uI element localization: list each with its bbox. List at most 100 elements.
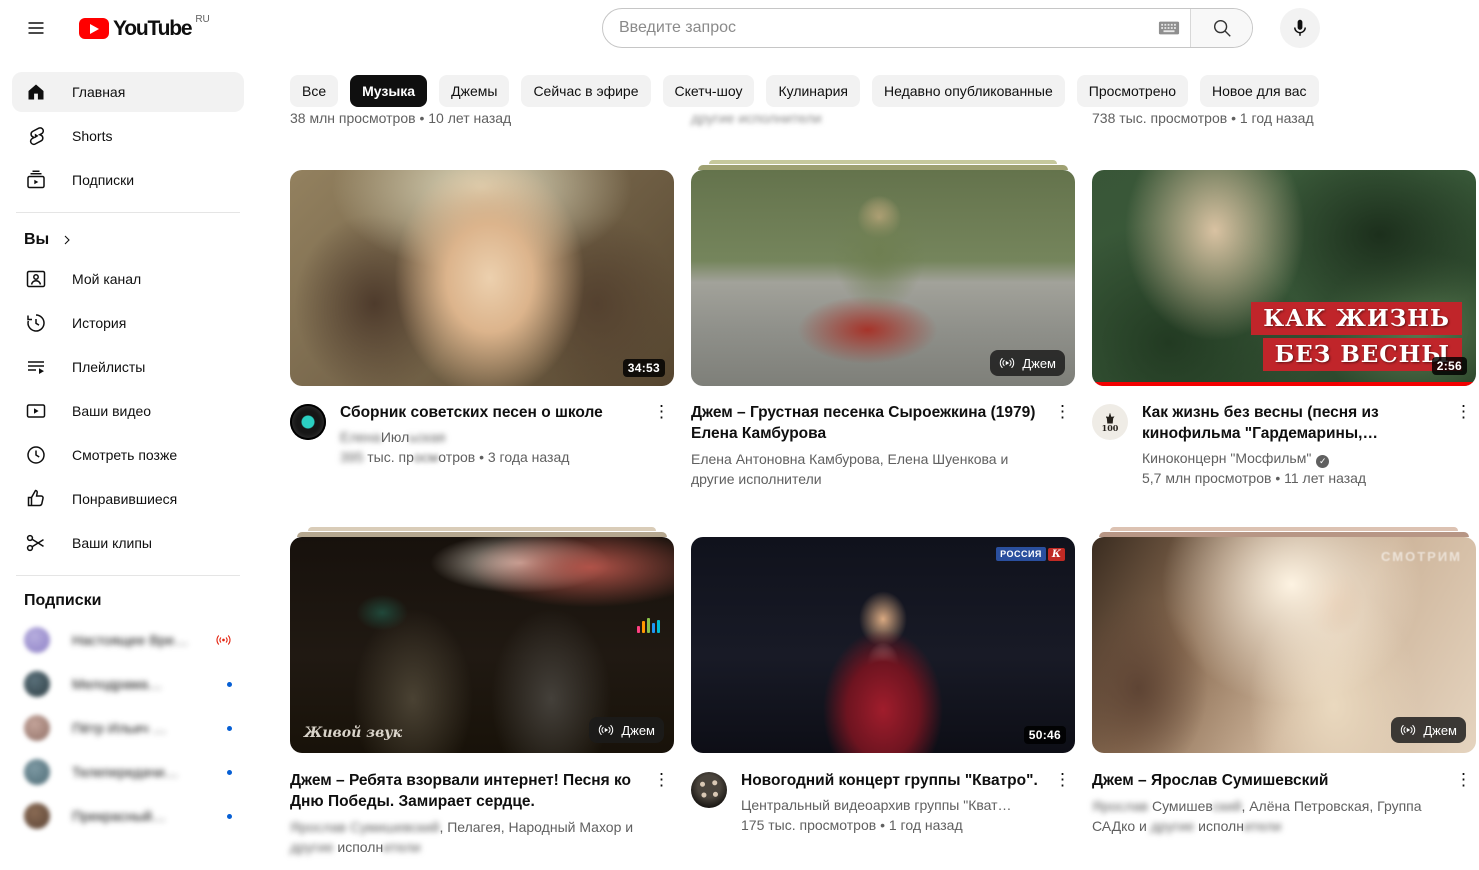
- video-card-details: 100 Как жизнь без весны (песня из кинофи…: [1092, 402, 1476, 488]
- video-menu-button[interactable]: ⋮: [647, 768, 676, 792]
- jam-badge-label: Джем: [1423, 723, 1457, 738]
- watch-progress-bar: [1092, 382, 1476, 386]
- subscription-channel[interactable]: Прекрасный…: [12, 796, 244, 836]
- channel-name[interactable]: ЕленаИюльская: [340, 428, 648, 447]
- duration-badge: 34:53: [623, 359, 665, 377]
- sidebar-item-my-channel[interactable]: Мой канал: [12, 259, 244, 299]
- sidebar-item-shorts[interactable]: Shorts: [12, 116, 244, 156]
- you-label: Вы: [24, 231, 49, 249]
- sidebar-divider: [16, 212, 240, 213]
- sidebar-item-your-videos[interactable]: Ваши видео: [12, 391, 244, 431]
- search-icon: [1211, 17, 1233, 39]
- chip-watched[interactable]: Просмотрено: [1077, 75, 1188, 107]
- voice-search-button[interactable]: [1280, 8, 1320, 48]
- subscription-channel[interactable]: Телепередачи…: [12, 752, 244, 792]
- channel-avatar-vinyl[interactable]: [290, 404, 326, 440]
- jam-badge: Джем: [589, 717, 664, 743]
- video-title[interactable]: Джем – Ребята взорвали интернет! Песня к…: [290, 770, 648, 812]
- channel-avatar-mosfilm[interactable]: 100: [1092, 404, 1128, 440]
- video-title[interactable]: Новогодний концерт группы "Кватро".: [741, 770, 1049, 791]
- video-menu-button[interactable]: ⋮: [1449, 768, 1478, 792]
- video-thumbnail[interactable]: СМОТРИМ Джем: [1092, 537, 1476, 753]
- youtube-logo[interactable]: YouTube RU: [79, 14, 210, 41]
- sidebar-item-label: Ваши видео: [72, 403, 151, 419]
- search-input[interactable]: [603, 19, 1148, 37]
- sidebar-item-watch-later[interactable]: Смотреть позже: [12, 435, 244, 475]
- channel-name[interactable]: Киноконцерн "Мосфильм"✓: [1142, 449, 1450, 468]
- menu-button[interactable]: [16, 8, 56, 48]
- video-card-details: Джем – Грустная песенка Сыроежкина (1979…: [691, 402, 1075, 489]
- chip-music[interactable]: Музыка: [350, 75, 427, 107]
- chip-live[interactable]: Сейчас в эфире: [521, 75, 650, 107]
- chip-sketch[interactable]: Скетч-шоу: [663, 75, 755, 107]
- chip-all[interactable]: Все: [290, 75, 338, 107]
- video-card-details: Джем – Ребята взорвали интернет! Песня к…: [290, 770, 674, 857]
- video-menu-button[interactable]: ⋮: [1449, 400, 1478, 424]
- sidebar-item-home[interactable]: Главная: [12, 72, 244, 112]
- new-content-dot: [227, 770, 232, 775]
- jam-badge-label: Джем: [621, 723, 655, 738]
- watch-later-icon: [24, 443, 48, 467]
- jam-stack-indicator: [1092, 527, 1476, 537]
- video-title[interactable]: Джем – Грустная песенка Сыроежкина (1979…: [691, 402, 1049, 444]
- video-menu-button[interactable]: ⋮: [647, 400, 676, 424]
- sidebar-item-history[interactable]: История: [12, 303, 244, 343]
- scissors-icon: [24, 531, 48, 555]
- channel-name[interactable]: Центральный видеоархив группы "Кват…: [741, 796, 1049, 815]
- subscriptions-header: Подписки: [12, 588, 244, 620]
- video-thumbnail[interactable]: Джем: [691, 170, 1075, 386]
- radio-waves-icon: [1400, 722, 1416, 738]
- chip-new-for-you[interactable]: Новое для вас: [1200, 75, 1319, 107]
- video-artists: Ярослав Сумишевский, Пелагея, Народный М…: [290, 817, 648, 857]
- video-thumbnail[interactable]: РОССИЯ К 50:46: [691, 537, 1075, 753]
- video-thumbnail[interactable]: 34:53: [290, 170, 674, 386]
- live-icon: [215, 633, 232, 647]
- video-thumbnail[interactable]: Живой звук Джем: [290, 537, 674, 753]
- channel-avatar: [24, 671, 50, 697]
- video-title[interactable]: Как жизнь без весны (песня из кинофильма…: [1142, 402, 1450, 444]
- sidebar: Главная Shorts Подписки Вы: [0, 56, 256, 840]
- channel-avatar-quatro[interactable]: [691, 772, 727, 808]
- search-button[interactable]: [1190, 8, 1252, 48]
- sidebar-you-header[interactable]: Вы: [12, 225, 244, 259]
- sidebar-item-your-clips[interactable]: Ваши клипы: [12, 523, 244, 563]
- sidebar-item-liked[interactable]: Понравившиеся: [12, 479, 244, 519]
- subscription-channel[interactable]: Пётр Ильич …: [12, 708, 244, 748]
- chip-recent[interactable]: Недавно опубликованные: [872, 75, 1065, 107]
- video-meta: 175 тыс. просмотров • 1 год назад: [741, 816, 1049, 835]
- video-menu-button[interactable]: ⋮: [1048, 400, 1077, 424]
- chip-cooking[interactable]: Кулинария: [766, 75, 860, 107]
- live-sound-watermark: Живой звук: [304, 725, 402, 741]
- rossiya-label: РОССИЯ: [996, 547, 1046, 561]
- sidebar-item-label: Ваши клипы: [72, 535, 152, 551]
- sidebar-item-label: Понравившиеся: [72, 491, 177, 507]
- search-bar: [602, 8, 1253, 48]
- equalizer-icon: [637, 617, 660, 633]
- microphone-icon: [1289, 17, 1311, 39]
- sidebar-item-label: Shorts: [72, 128, 112, 144]
- history-icon: [24, 311, 48, 335]
- sidebar-item-playlists[interactable]: Плейлисты: [12, 347, 244, 387]
- virtual-keyboard-button[interactable]: [1148, 20, 1190, 36]
- your-videos-icon: [24, 399, 48, 423]
- subscription-channel[interactable]: Мелодрама…: [12, 664, 244, 704]
- channel-avatar: [24, 715, 50, 741]
- sidebar-item-subscriptions[interactable]: Подписки: [12, 160, 244, 200]
- video-meta-cutoff: другие исполнители: [691, 109, 1075, 127]
- new-content-dot: [227, 682, 232, 687]
- video-thumbnail[interactable]: КАК ЖИЗНЬ БЕЗ ВЕСНЫ 2:56: [1092, 170, 1476, 386]
- video-title[interactable]: Джем – Ярослав Сумишевский: [1092, 770, 1450, 791]
- radio-waves-icon: [598, 722, 614, 738]
- channel-avatar: [24, 803, 50, 829]
- jam-stack-indicator: [290, 527, 674, 537]
- chip-jams[interactable]: Джемы: [439, 75, 509, 107]
- video-title[interactable]: Сборник советских песен о школе: [340, 402, 648, 423]
- thumbs-up-icon: [24, 487, 48, 511]
- chevron-right-icon: [59, 232, 75, 248]
- video-grid: 38 млн просмотров • 10 лет назад другие …: [290, 0, 1479, 870]
- subscription-channel[interactable]: Настоящее Вре…: [12, 620, 244, 660]
- video-menu-button[interactable]: ⋮: [1048, 768, 1077, 792]
- top-bar: YouTube RU: [0, 0, 1479, 56]
- sidebar-divider: [16, 575, 240, 576]
- k-label: К: [1048, 548, 1065, 561]
